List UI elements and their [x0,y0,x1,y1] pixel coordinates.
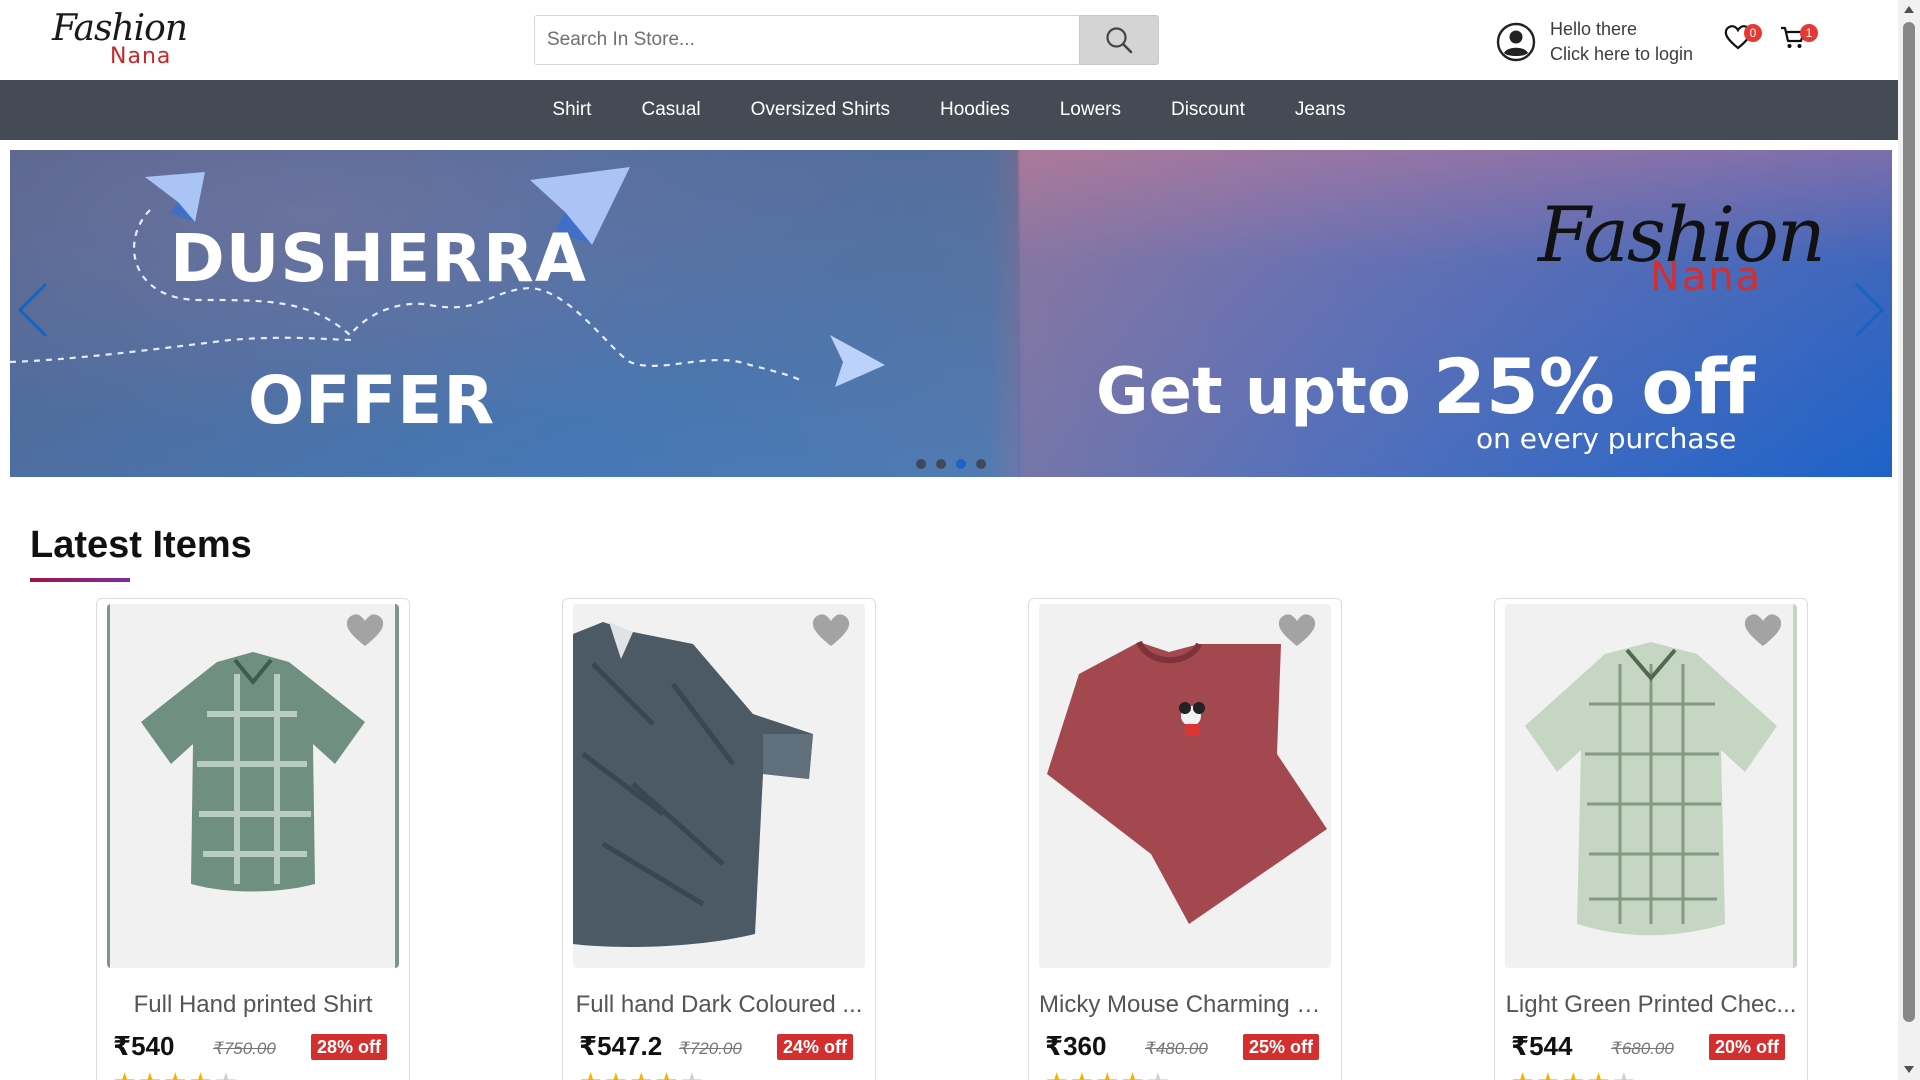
product-mrp: ₹750.00 [213,1039,276,1058]
banner-headline-2: OFFER [248,362,496,439]
product-name[interactable]: Full Hand printed Shirt [107,991,399,1019]
carousel-dot[interactable] [916,459,926,469]
favorite-heart-icon[interactable] [1277,612,1317,648]
price-row: ₹544 ₹680.00 20% off [1511,1031,1799,1063]
banner-offer-text: Get upto 25% off [1096,342,1755,431]
banner-offer-subtext: on every purchase [1476,422,1737,455]
product-image[interactable] [1505,604,1797,968]
nav-item-casual[interactable]: Casual [616,99,725,121]
product-card[interactable]: Micky Mouse Charming C... ₹360 ₹480.00 2… [1028,598,1342,1080]
promo-carousel: DUSHERRA OFFER Fashion Nana Get upto 25%… [10,150,1892,477]
product-mrp: ₹720.00 [679,1039,742,1058]
logo-main-text: Fashion [52,8,188,49]
carousel-dot-active[interactable] [956,459,966,469]
banner-offer-prefix: Get upto [1096,355,1411,429]
discount-badge: 24% off [776,1034,853,1060]
cart-button[interactable]: 1 [1780,22,1826,52]
star-rating: ★★★★★ [1511,1069,1638,1080]
product-name[interactable]: Micky Mouse Charming C... [1039,991,1331,1019]
carousel-dot[interactable] [976,459,986,469]
banner-offer-value: 25% off [1433,342,1756,431]
star-rating: ★★★★★ [1045,1069,1172,1080]
price-row: ₹540 ₹750.00 28% off [113,1031,401,1063]
nav-item-hoodies[interactable]: Hoodies [915,99,1035,121]
shirt-image [1505,604,1797,968]
price-row: ₹360 ₹480.00 25% off [1045,1031,1333,1063]
product-mrp: ₹680.00 [1611,1039,1674,1058]
favorite-heart-icon[interactable] [811,612,851,648]
product-price: ₹547.2 [579,1031,663,1061]
page-scrollbar[interactable] [1898,0,1920,1080]
nav-item-oversized-shirts[interactable]: Oversized Shirts [726,99,915,121]
site-logo[interactable]: Fashion Nana [52,8,188,70]
favorite-heart-icon[interactable] [345,612,385,648]
product-image[interactable] [1039,604,1331,968]
account-greeting: Hello there [1550,19,1638,39]
wishlist-button[interactable]: 0 [1724,22,1770,52]
chevron-left-icon [17,282,48,338]
logo-sub-text: Nana [110,44,172,69]
search-input[interactable] [534,15,1079,65]
product-card[interactable]: Full hand Dark Coloured ... ₹547.2 ₹720.… [562,598,876,1080]
site-header: Fashion Nana Hello there Click here to l… [0,0,1898,80]
nav-item-lowers[interactable]: Lowers [1035,99,1146,121]
product-price: ₹540 [113,1031,175,1061]
product-price: ₹544 [1511,1031,1573,1061]
scroll-up-arrow[interactable] [1904,6,1914,13]
nav-item-discount[interactable]: Discount [1146,99,1270,121]
discount-badge: 25% off [1242,1034,1319,1060]
carousel-next-button[interactable] [1848,280,1888,340]
discount-badge: 28% off [310,1034,387,1060]
shirt-image [573,604,865,968]
product-card[interactable]: Full Hand printed Shirt ₹540 ₹750.00 28%… [96,598,410,1080]
product-mrp: ₹480.00 [1145,1039,1208,1058]
category-nav: Shirt Casual Oversized Shirts Hoodies Lo… [0,80,1898,140]
account-login[interactable]: Hello there Click here to login [1496,16,1706,68]
search-icon [1106,27,1133,54]
product-name[interactable]: Light Green Printed Chec... [1505,991,1797,1019]
section-title-underline [30,578,130,582]
favorite-heart-icon[interactable] [1743,612,1783,648]
star-rating: ★★★★★ [579,1069,706,1080]
shirt-image [107,604,399,968]
login-link[interactable]: Click here to login [1550,42,1693,67]
wishlist-count-badge: 0 [1744,24,1762,42]
banner-headline-1: DUSHERRA [170,220,587,297]
user-circle-icon [1496,22,1536,62]
carousel-dot[interactable] [936,459,946,469]
chevron-right-icon [1854,282,1885,338]
section-title: Latest Items [30,524,252,566]
nav-item-jeans[interactable]: Jeans [1270,99,1371,121]
search-bar [534,15,1159,65]
discount-badge: 20% off [1708,1034,1785,1060]
cart-count-badge: 1 [1800,24,1818,42]
scroll-down-arrow[interactable] [1904,1066,1914,1073]
price-row: ₹547.2 ₹720.00 24% off [579,1031,867,1063]
search-button[interactable] [1079,15,1159,65]
carousel-indicators [916,459,996,469]
tshirt-image [1039,604,1331,968]
nav-item-shirt[interactable]: Shirt [527,99,616,121]
star-rating: ★★★★★ [113,1069,240,1080]
scroll-thumb[interactable] [1903,22,1915,1022]
product-image[interactable] [107,604,399,968]
carousel-prev-button[interactable] [14,280,54,340]
product-price: ₹360 [1045,1031,1107,1061]
banner-logo-sub: Nana [1650,254,1763,300]
account-text: Hello there Click here to login [1550,17,1693,67]
product-card[interactable]: Light Green Printed Chec... ₹544 ₹680.00… [1494,598,1808,1080]
product-name[interactable]: Full hand Dark Coloured ... [573,991,865,1019]
product-image[interactable] [573,604,865,968]
